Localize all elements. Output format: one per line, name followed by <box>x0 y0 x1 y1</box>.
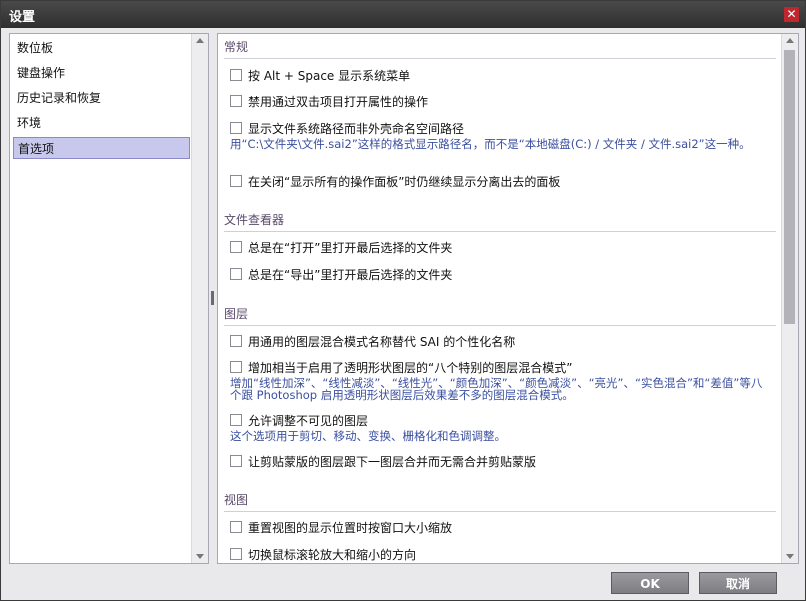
checkbox[interactable] <box>230 69 242 81</box>
checkbox[interactable] <box>230 175 242 187</box>
option-label: 允许调整不可见的图层 <box>248 414 369 428</box>
option-label: 按 Alt + Space 显示系统菜单 <box>248 69 411 83</box>
checkbox[interactable] <box>230 548 242 560</box>
option-description: 这个选项用于剪切、移动、变换、栅格化和色调调整。 <box>230 429 506 443</box>
nav-scrollbar[interactable] <box>191 34 208 563</box>
checkbox[interactable] <box>230 95 242 107</box>
option-label: 增加相当于启用了透明形状图层的“八个特别的图层混合模式” <box>248 361 573 375</box>
option-label: 切换鼠标滚轮放大和缩小的方向 <box>248 548 417 562</box>
section-file-viewer: 文件查看器 <box>224 211 776 232</box>
nav-item-preferences[interactable]: 首选项 <box>13 137 190 159</box>
settings-window: 设置 ✕ 数位板 键盘操作 历史记录和恢复 环境 首选项 常规 按 Alt + … <box>0 0 806 601</box>
checkbox[interactable] <box>230 361 242 373</box>
option-label: 显示文件系统路径而非外壳命名空间路径 <box>248 122 465 136</box>
scrollbar-thumb[interactable] <box>784 50 795 324</box>
section-general: 常规 <box>224 38 776 59</box>
close-icon: ✕ <box>786 7 797 21</box>
preferences-panel: 常规 按 Alt + Space 显示系统菜单 禁用通过双击项目打开属性的操作 … <box>217 33 799 564</box>
scroll-down-icon[interactable] <box>196 554 204 559</box>
section-divider <box>224 511 776 512</box>
option-description: 增加“线性加深”、“线性减淡”、“线性光”、“颜色加深”、“颜色减淡”、“亮光”… <box>230 376 763 402</box>
cancel-button[interactable]: 取消 <box>699 572 777 594</box>
section-view: 视图 <box>224 491 776 512</box>
section-title: 图层 <box>224 307 249 321</box>
nav-item-environment[interactable]: 环境 <box>13 112 190 134</box>
category-list: 数位板 键盘操作 历史记录和恢复 环境 首选项 <box>9 33 209 564</box>
section-layers: 图层 <box>224 305 776 326</box>
section-divider <box>224 325 776 326</box>
section-title: 常规 <box>224 40 249 54</box>
close-button[interactable]: ✕ <box>784 7 799 22</box>
option-description: 用“C:\文件夹\文件.sai2”这样的格式显示路径名，而不是“本地磁盘(C:)… <box>230 137 751 151</box>
section-divider <box>224 231 776 232</box>
section-title: 视图 <box>224 493 249 507</box>
option-label: 重置视图的显示位置时按窗口大小缩放 <box>248 521 453 535</box>
panel-scrollbar[interactable] <box>781 34 798 563</box>
nav-item-keyboard[interactable]: 键盘操作 <box>13 62 190 84</box>
option-label: 总是在“导出”里打开最后选择的文件夹 <box>248 268 453 282</box>
scroll-up-icon[interactable] <box>786 38 794 43</box>
checkbox[interactable] <box>230 122 242 134</box>
option-label: 在关闭“显示所有的操作面板”时仍继续显示分离出去的面板 <box>248 175 561 189</box>
scroll-down-icon[interactable] <box>786 554 794 559</box>
checkbox[interactable] <box>230 268 242 280</box>
pane-splitter[interactable] <box>211 291 214 305</box>
section-title: 文件查看器 <box>224 213 285 227</box>
option-label: 总是在“打开”里打开最后选择的文件夹 <box>248 241 453 255</box>
checkbox[interactable] <box>230 335 242 347</box>
section-divider <box>224 58 776 59</box>
scroll-up-icon[interactable] <box>196 38 204 43</box>
ok-button[interactable]: OK <box>611 572 689 594</box>
checkbox[interactable] <box>230 241 242 253</box>
nav-item-tablet[interactable]: 数位板 <box>13 37 190 59</box>
checkbox[interactable] <box>230 414 242 426</box>
checkbox[interactable] <box>230 455 242 467</box>
option-label: 禁用通过双击项目打开属性的操作 <box>248 95 429 109</box>
title-bar: 设置 ✕ <box>1 1 805 28</box>
checkbox[interactable] <box>230 521 242 533</box>
window-title: 设置 <box>9 10 36 25</box>
option-label: 用通用的图层混合模式名称替代 SAI 的个性化名称 <box>248 335 516 349</box>
nav-item-history[interactable]: 历史记录和恢复 <box>13 87 190 109</box>
option-label: 让剪贴蒙版的图层跟下一图层合并而无需合并剪贴蒙版 <box>248 455 537 469</box>
